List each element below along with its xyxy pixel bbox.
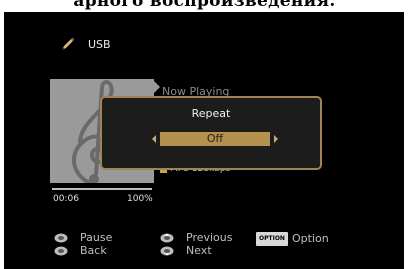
arrow-left-icon[interactable] [152, 135, 156, 143]
next-label: Next [186, 244, 212, 257]
progress-percent: 100% [127, 194, 153, 204]
popup-title: Repeat [191, 107, 231, 120]
arrow-right-icon[interactable] [274, 135, 278, 143]
repeat-popup: Repeat Off [100, 96, 322, 170]
option-label: Option [291, 232, 329, 245]
hint-pause[interactable]: Pause [54, 232, 112, 244]
cursor-up-icon [160, 233, 174, 243]
source-label: USB [88, 37, 111, 51]
device-screen: USB Now Playing MP3 128kbps 00:06 100% R… [4, 12, 404, 269]
pause-label: Pause [80, 231, 113, 244]
source-indicator: USB [60, 36, 111, 52]
hint-option[interactable]: OPTION Option [256, 232, 329, 246]
art-edge-marker [154, 81, 160, 93]
progress-bar [52, 188, 152, 190]
elapsed-time: 00:06 [53, 194, 79, 204]
hint-previous[interactable]: Previous [160, 232, 233, 244]
enter-button-icon [54, 233, 68, 243]
control-hints: Pause Back Previous Next OPTION Option [4, 232, 404, 268]
previous-label: Previous [186, 231, 233, 244]
progress-fill [52, 188, 152, 190]
cursor-down-icon [160, 246, 174, 256]
back-button-icon [54, 246, 68, 256]
page-heading: арного воспроизведения. [73, 0, 336, 10]
usb-pen-icon [62, 37, 75, 50]
hint-back[interactable]: Back [54, 245, 107, 257]
repeat-value[interactable]: Off [160, 132, 270, 146]
back-label: Back [80, 244, 107, 257]
option-button-icon: OPTION [256, 232, 288, 246]
hint-next[interactable]: Next [160, 245, 212, 257]
repeat-selector[interactable]: Off [152, 132, 278, 146]
